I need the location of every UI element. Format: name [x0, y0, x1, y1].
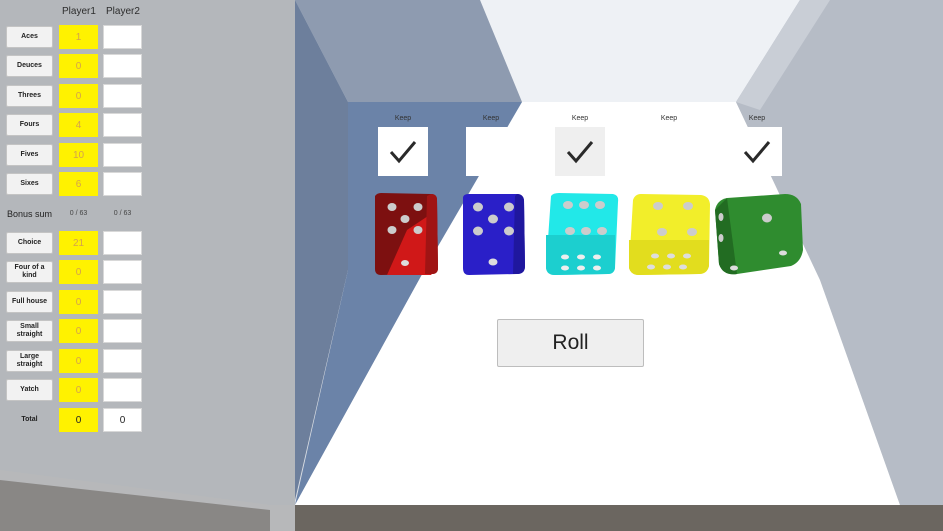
player1-score-large-straight[interactable]: 0: [59, 349, 98, 373]
category-aces[interactable]: Aces: [6, 26, 53, 48]
die-yellow[interactable]: [629, 194, 710, 275]
total-label: Total: [21, 416, 38, 423]
keep-toggle-1[interactable]: [378, 127, 428, 176]
keep-toggle-5[interactable]: [732, 127, 782, 176]
keep-label-2: Keep: [482, 115, 500, 122]
die-blue[interactable]: [463, 194, 525, 275]
category-threes[interactable]: Threes: [6, 85, 53, 107]
player1-header: Player1: [62, 6, 96, 17]
player1-score-fours[interactable]: 4: [59, 113, 98, 137]
player1-score-choice[interactable]: 21: [59, 231, 98, 255]
keep-toggle-4[interactable]: [644, 127, 694, 176]
player1-score-fives[interactable]: 10: [59, 143, 98, 167]
player2-total: 0: [103, 408, 142, 432]
checkmark-icon: [566, 140, 594, 163]
player2-score-large-straight[interactable]: [103, 349, 142, 373]
roll-button[interactable]: Roll: [497, 319, 644, 367]
category-four-of-a-kind[interactable]: Four of a kind: [6, 261, 53, 283]
player2-header: Player2: [106, 6, 140, 17]
die-green[interactable]: [715, 194, 803, 275]
keep-label-1: Keep: [394, 115, 412, 122]
keep-toggle-3[interactable]: [555, 127, 605, 176]
keep-label-4: Keep: [660, 115, 678, 122]
player1-score-yatch[interactable]: 0: [59, 378, 98, 402]
keep-label-3: Keep: [571, 115, 589, 122]
player2-score-yatch[interactable]: [103, 378, 142, 402]
category-sixes[interactable]: Sixes: [6, 173, 53, 195]
player2-score-full-house[interactable]: [103, 290, 142, 314]
player2-score-sixes[interactable]: [103, 172, 142, 196]
player2-score-fours[interactable]: [103, 113, 142, 137]
player1-score-four-of-a-kind[interactable]: 0: [59, 260, 98, 284]
die-red[interactable]: [375, 193, 438, 275]
category-fours[interactable]: Fours: [6, 114, 53, 136]
keep-label-5: Keep: [748, 115, 766, 122]
player2-score-choice[interactable]: [103, 231, 142, 255]
player2-score-threes[interactable]: [103, 84, 142, 108]
dice-area: [375, 193, 803, 275]
player2-score-four-of-a-kind[interactable]: [103, 260, 142, 284]
category-yatch[interactable]: Yatch: [6, 379, 53, 401]
category-deuces[interactable]: Deuces: [6, 55, 53, 77]
checkmark-icon: [743, 140, 771, 163]
category-choice[interactable]: Choice: [6, 232, 53, 254]
player1-score-deuces[interactable]: 0: [59, 54, 98, 78]
player1-bonus-progress: 0 / 63: [69, 210, 88, 217]
category-fives[interactable]: Fives: [6, 144, 53, 166]
player2-score-fives[interactable]: [103, 143, 142, 167]
player1-score-small-straight[interactable]: 0: [59, 319, 98, 343]
bonus-sum-label: Bonus sum: [6, 209, 53, 219]
category-full-house[interactable]: Full house: [6, 291, 53, 313]
player2-bonus-progress: 0 / 63: [113, 210, 132, 217]
player2-score-small-straight[interactable]: [103, 319, 142, 343]
player1-score-threes[interactable]: 0: [59, 84, 98, 108]
keep-toggle-2[interactable]: [466, 127, 516, 176]
scoreboard-panel: Player1 Player2 Aces 1 Deuces 0 Threes 0…: [0, 0, 295, 531]
player1-score-full-house[interactable]: 0: [59, 290, 98, 314]
category-small-straight[interactable]: Small straight: [6, 320, 53, 342]
player1-total: 0: [59, 408, 98, 432]
category-large-straight[interactable]: Large straight: [6, 350, 53, 372]
die-cyan[interactable]: [546, 193, 619, 275]
checkmark-icon: [389, 140, 417, 163]
player2-score-aces[interactable]: [103, 25, 142, 49]
player1-score-aces[interactable]: 1: [59, 25, 98, 49]
player1-score-sixes[interactable]: 6: [59, 172, 98, 196]
player2-score-deuces[interactable]: [103, 54, 142, 78]
